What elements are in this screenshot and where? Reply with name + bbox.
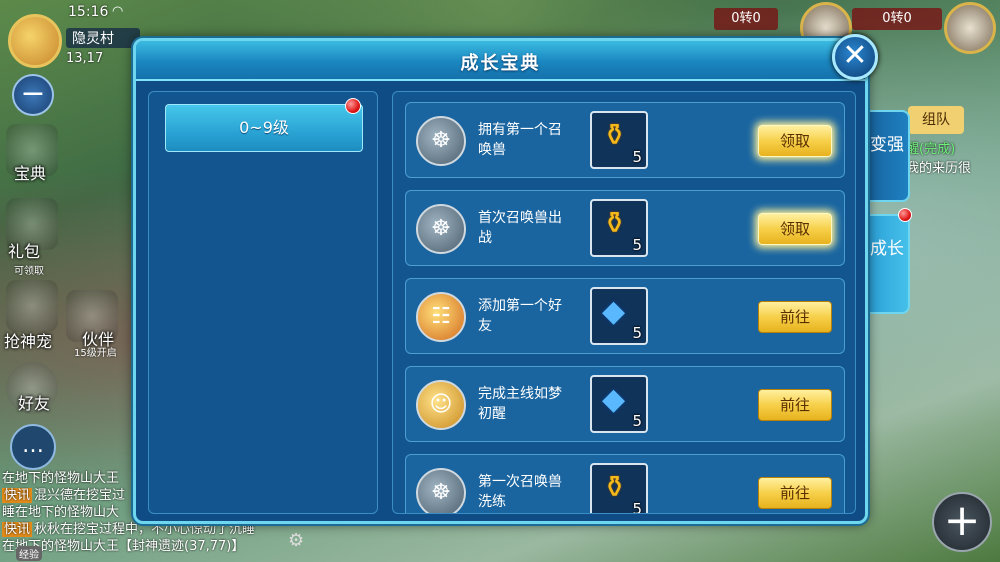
task-text: 拥有第一个召唤兽 xyxy=(478,122,562,158)
collapse-menu-button[interactable]: − xyxy=(12,74,54,116)
side-menu-pet-label: 抢神宠 xyxy=(4,332,53,351)
level-tab-0-9[interactable]: 0~9级 xyxy=(165,104,363,152)
location-name: 隐灵村 xyxy=(66,28,140,48)
map-coords: 13,17 xyxy=(66,51,104,66)
task-text: 首次召唤兽出战 xyxy=(478,210,562,246)
go-button[interactable]: 前往 xyxy=(758,477,832,509)
dialog-title: 成长宝典 xyxy=(460,53,541,74)
dialog-header: 成长宝典 xyxy=(136,41,865,81)
task-row: ☸ 第一次召唤兽洗练 ⚱ 5 前往 xyxy=(405,454,845,514)
wifi-icon: ◠ xyxy=(112,4,124,19)
notification-dot xyxy=(898,208,912,222)
reward-slot[interactable]: ⚱ 5 xyxy=(590,463,648,514)
reward-count: 5 xyxy=(632,500,642,514)
reward-count: 5 xyxy=(632,148,642,166)
reward-slot[interactable]: ⚱ 5 xyxy=(590,111,648,169)
task-row: ☺ 完成主线如梦初醒 ◆ 5 前往 xyxy=(405,366,845,442)
face-icon: ☺ xyxy=(416,380,466,430)
crystal-icon: ◆ xyxy=(602,382,626,417)
quest-tracker[interactable]: 醒(完成) 我的来历很 xyxy=(906,140,971,178)
growth-guide-dialog: 成长宝典 ✕ 0~9级 ☸ 拥有第一个召唤兽 ⚱ 5 领取 ☸ 首次召唤兽出战 … xyxy=(133,34,878,524)
task-list[interactable]: ☸ 拥有第一个召唤兽 ⚱ 5 领取 ☸ 首次召唤兽出战 ⚱ 5 领取 ☷ 添加第… xyxy=(392,91,856,514)
go-button[interactable]: 前往 xyxy=(758,301,832,333)
chat-text: 秋秋在挖宝过程中，不小心惊动了沉睡 xyxy=(34,522,256,537)
pet-grab-icon[interactable] xyxy=(6,280,58,332)
go-button[interactable]: 前往 xyxy=(758,389,832,421)
scroll-icon: ☷ xyxy=(416,292,466,342)
tab-growth-label: 成长 xyxy=(870,239,904,259)
player-avatar[interactable] xyxy=(8,14,62,68)
reward-count: 5 xyxy=(632,236,642,254)
ally-level-bar: 0转0 xyxy=(714,8,778,30)
exp-label: 经验 xyxy=(16,546,42,561)
compass-medal-icon: ☸ xyxy=(416,468,466,513)
task-row: ☸ 首次召唤兽出战 ⚱ 5 领取 xyxy=(405,190,845,266)
reward-count: 5 xyxy=(632,324,642,342)
clock: 15:16 xyxy=(68,4,109,20)
crystal-icon: ◆ xyxy=(602,294,626,329)
side-menu-gift-label: 礼包 xyxy=(8,242,41,261)
reward-slot[interactable]: ◆ 5 xyxy=(590,287,648,345)
side-menu-friend-label: 好友 xyxy=(18,394,51,413)
task-row: ☸ 拥有第一个召唤兽 ⚱ 5 领取 xyxy=(405,102,845,178)
gourd-icon: ⚱ xyxy=(602,470,628,505)
compass-medal-icon: ☸ xyxy=(416,116,466,166)
reward-slot[interactable]: ◆ 5 xyxy=(590,375,648,433)
chat-tag: 快讯 xyxy=(2,488,33,503)
reward-slot[interactable]: ⚱ 5 xyxy=(590,199,648,257)
claim-button[interactable]: 领取 xyxy=(758,213,832,245)
chat-text: 混兴德在挖宝过 xyxy=(34,488,126,503)
notification-dot xyxy=(345,98,361,114)
side-menu-partner-sub: 15级开启 xyxy=(74,348,117,359)
player-level-bar: 0转0 xyxy=(852,8,942,30)
side-menu-gift-sub: 可领取 xyxy=(14,266,44,277)
reward-count: 5 xyxy=(632,412,642,430)
tab-strengthen[interactable]: 变强 xyxy=(866,110,910,202)
compass-medal-icon: ☸ xyxy=(416,204,466,254)
chat-bubble-icon[interactable]: … xyxy=(10,424,56,470)
tab-strengthen-label: 变强 xyxy=(870,135,904,155)
claim-button[interactable]: 领取 xyxy=(758,125,832,157)
hero-avatar[interactable] xyxy=(944,2,996,54)
chat-tag: 快讯 xyxy=(2,522,33,537)
task-text: 添加第一个好友 xyxy=(478,298,562,334)
plus-icon[interactable]: + xyxy=(932,492,992,552)
quest-desc: 我的来历很 xyxy=(906,161,972,176)
task-text: 完成主线如梦初醒 xyxy=(478,386,562,422)
gourd-icon: ⚱ xyxy=(602,118,628,153)
close-button[interactable]: ✕ xyxy=(832,34,878,80)
chat-text: 睡在地下的怪物山大 xyxy=(2,505,120,520)
gear-icon[interactable]: ⚙ xyxy=(288,530,304,551)
tab-growth[interactable]: 成长 xyxy=(866,214,910,314)
task-row: ☷ 添加第一个好友 ◆ 5 前往 xyxy=(405,278,845,354)
side-menu-codex-label: 宝典 xyxy=(14,164,47,183)
team-button[interactable]: 组队 xyxy=(908,106,964,134)
chat-text: 在地下的怪物山大王 xyxy=(2,471,120,486)
chat-line: 在地下的怪物山大王【封神遗迹(37,77)】 xyxy=(2,538,302,555)
gourd-icon: ⚱ xyxy=(602,206,628,241)
quest-status: 醒(完成) xyxy=(906,142,956,157)
level-list: 0~9级 xyxy=(148,91,378,514)
task-text: 第一次召唤兽洗练 xyxy=(478,474,562,510)
